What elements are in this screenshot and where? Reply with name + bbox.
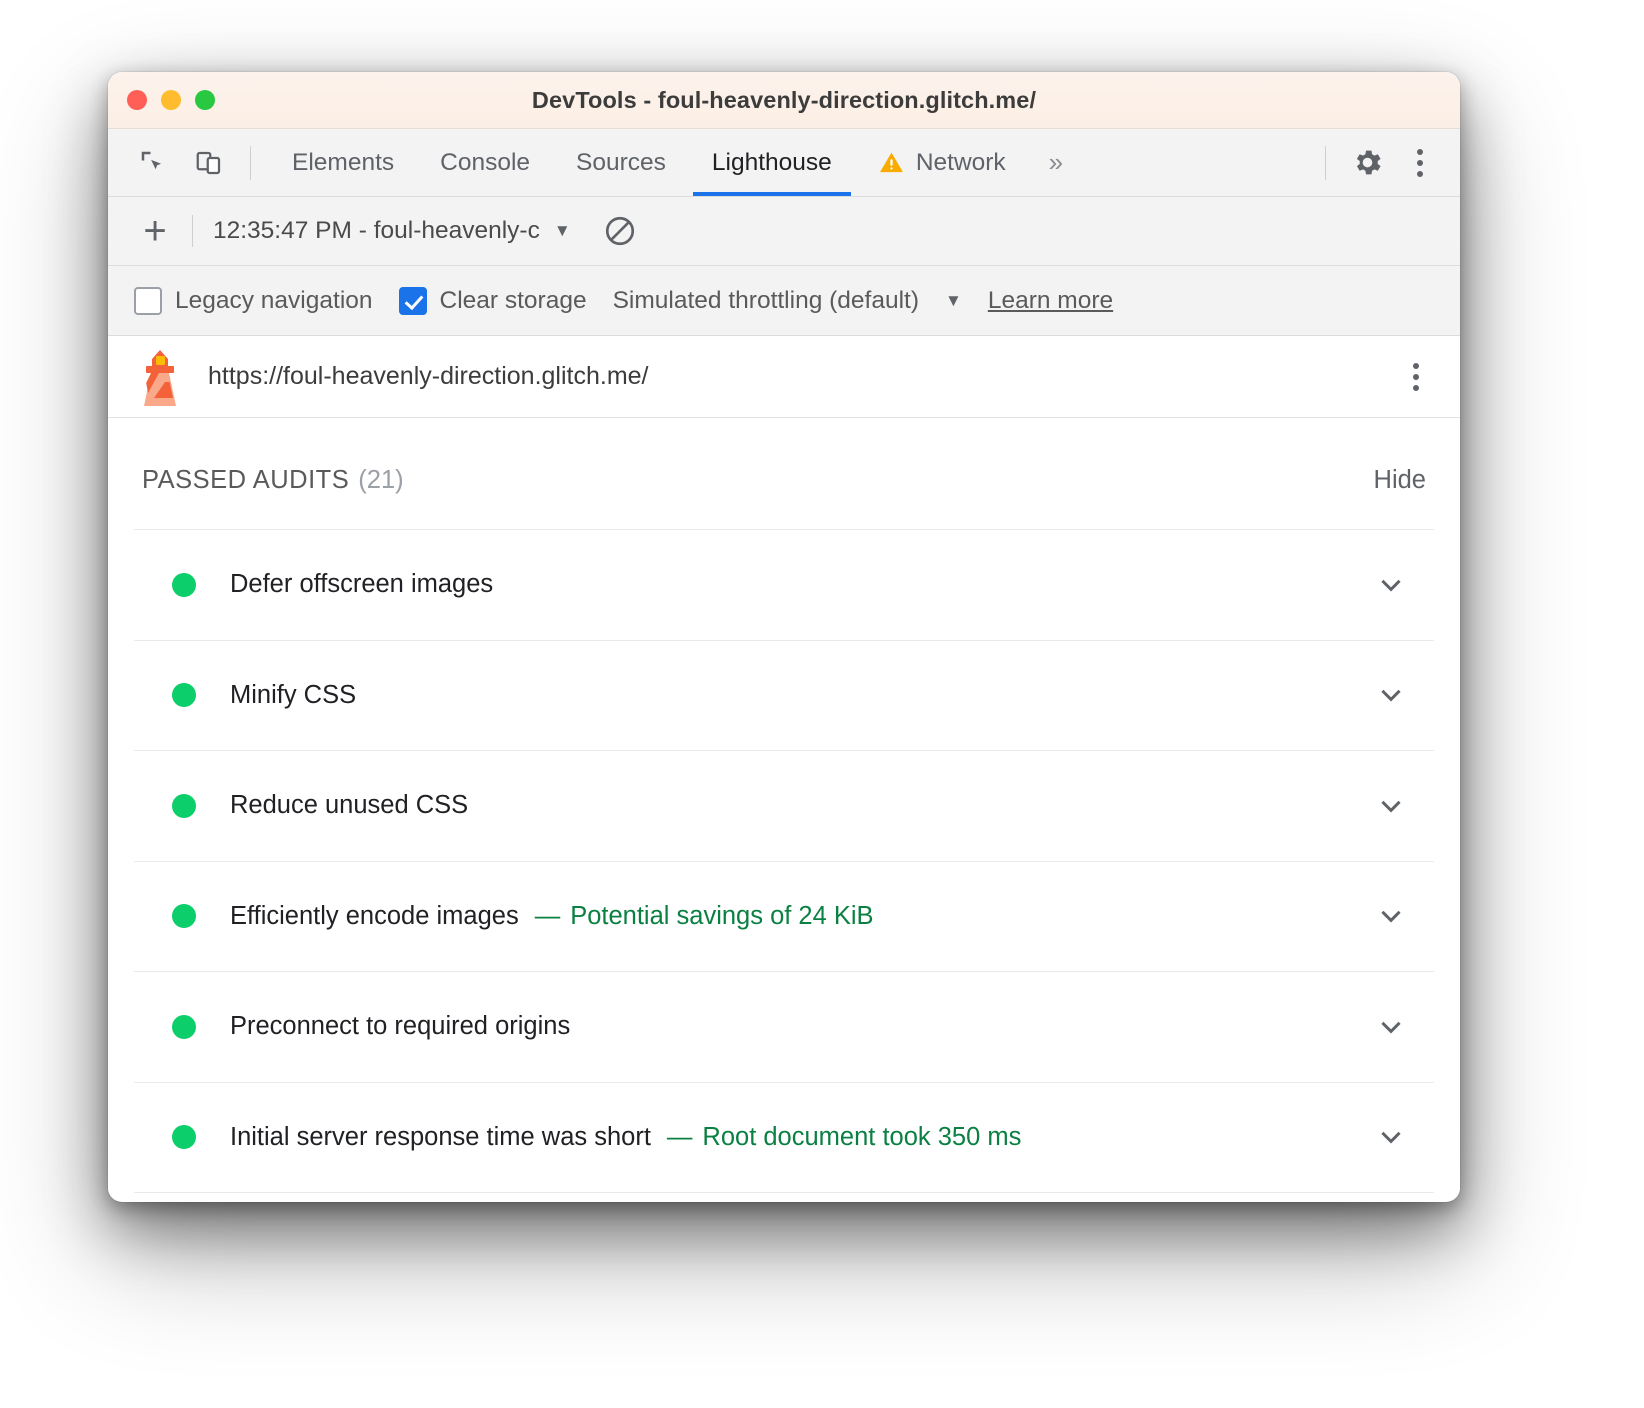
audit-title: Defer offscreen images — [230, 570, 493, 599]
lighthouse-icon — [134, 348, 186, 406]
chevron-down-icon: ▼ — [554, 221, 571, 241]
throttling-dropdown[interactable]: Simulated throttling (default) ▼ — [613, 287, 962, 315]
audit-row[interactable]: Reduce unused CSS — [134, 751, 1434, 862]
subtitle-text: Potential savings of 24 KiB — [570, 902, 873, 930]
clear-storage-label: Clear storage — [440, 287, 587, 315]
tab-label: Lighthouse — [712, 149, 832, 177]
tab-network[interactable]: Network — [855, 129, 1029, 196]
chevron-down-icon[interactable] — [1374, 789, 1408, 823]
audit-title: Initial server response time was short — [230, 1123, 651, 1152]
chevron-down-icon[interactable] — [1374, 1120, 1408, 1154]
tab-console[interactable]: Console — [417, 129, 553, 196]
chevron-down-icon[interactable] — [1374, 568, 1408, 602]
audit-subtitle: — Potential savings of 24 KiB — [535, 902, 874, 931]
throttling-label: Simulated throttling (default) — [613, 287, 919, 315]
tabbar-actions — [1307, 140, 1460, 186]
subtitle-dash: — — [667, 1123, 693, 1151]
report-menu-icon[interactable] — [1394, 355, 1438, 399]
audit-row[interactable]: Efficiently encode images — Potential sav… — [134, 862, 1434, 973]
hide-button[interactable]: Hide — [1374, 466, 1426, 495]
legacy-navigation-label: Legacy navigation — [175, 287, 373, 315]
audit-row[interactable]: Initial server response time was short —… — [134, 1083, 1434, 1194]
report-selector-dropdown[interactable]: 12:35:47 PM - foul-heavenly-c ▼ — [213, 217, 571, 245]
pass-status-icon — [172, 1125, 196, 1149]
report-url-header: https://foul-heavenly-direction.glitch.m… — [108, 336, 1460, 418]
chevron-down-icon: ▼ — [945, 291, 962, 311]
tab-lighthouse[interactable]: Lighthouse — [689, 129, 855, 196]
passed-audits-list: Defer offscreen images Minify CSS Reduce… — [134, 529, 1434, 1193]
panel-tabs: Elements Console Sources Lighthouse — [269, 129, 1083, 196]
subtitle-dash: — — [535, 902, 561, 930]
report-url: https://foul-heavenly-direction.glitch.m… — [208, 362, 649, 391]
legacy-navigation-checkbox[interactable]: Legacy navigation — [134, 287, 373, 315]
lighthouse-options-bar: Legacy navigation Clear storage Simulate… — [108, 266, 1460, 336]
tab-label: Network — [916, 149, 1006, 177]
passed-audits-count: (21) — [358, 466, 403, 495]
devtools-tabbar: Elements Console Sources Lighthouse — [108, 129, 1460, 197]
window-titlebar: DevTools - foul-heavenly-direction.glitc… — [108, 72, 1460, 129]
audit-row[interactable]: Preconnect to required origins — [134, 972, 1434, 1083]
pass-status-icon — [172, 904, 196, 928]
report-selector-label: 12:35:47 PM - foul-heavenly-c — [213, 217, 540, 245]
warning-triangle-icon — [878, 149, 905, 176]
audit-title: Preconnect to required origins — [230, 1012, 570, 1041]
devtools-main-menu-icon[interactable] — [1398, 141, 1442, 185]
screenshot-stage: DevTools - foul-heavenly-direction.glitc… — [0, 0, 1644, 1408]
tab-elements[interactable]: Elements — [269, 129, 417, 196]
checkbox-box — [134, 287, 162, 315]
tab-sources[interactable]: Sources — [553, 129, 689, 196]
inspect-element-icon[interactable] — [130, 140, 176, 186]
audit-title: Reduce unused CSS — [230, 791, 468, 820]
lighthouse-report-toolbar: + 12:35:47 PM - foul-heavenly-c ▼ — [108, 197, 1460, 266]
clear-all-icon[interactable] — [599, 210, 641, 252]
toolbar-divider — [250, 146, 251, 180]
checkbox-box-checked — [399, 287, 427, 315]
tab-label: Console — [440, 149, 530, 177]
audit-row[interactable]: Minify CSS — [134, 641, 1434, 752]
audit-title: Efficiently encode images — [230, 902, 519, 931]
window-title: DevTools - foul-heavenly-direction.glitc… — [108, 87, 1460, 114]
toolbar-divider — [1325, 146, 1326, 180]
clear-storage-checkbox[interactable]: Clear storage — [399, 287, 587, 315]
passed-audits-title: PASSED AUDITS — [142, 466, 349, 495]
tab-label: Elements — [292, 149, 394, 177]
pass-status-icon — [172, 794, 196, 818]
tab-label: Sources — [576, 149, 666, 177]
learn-more-link[interactable]: Learn more — [988, 287, 1113, 315]
chevron-down-icon[interactable] — [1374, 899, 1408, 933]
passed-audits-section: PASSED AUDITS (21) Hide Defer offscreen … — [108, 418, 1460, 1193]
devtools-window: DevTools - foul-heavenly-direction.glitc… — [108, 72, 1460, 1202]
pass-status-icon — [172, 1015, 196, 1039]
new-report-button[interactable]: + — [130, 208, 180, 254]
passed-audits-header: PASSED AUDITS (21) Hide — [134, 418, 1434, 529]
audit-title: Minify CSS — [230, 681, 356, 710]
chevron-down-icon[interactable] — [1374, 1010, 1408, 1044]
pass-status-icon — [172, 573, 196, 597]
subtitle-text: Root document took 350 ms — [702, 1123, 1021, 1151]
toolbar-divider — [192, 215, 193, 247]
audit-subtitle: — Root document took 350 ms — [667, 1123, 1021, 1152]
pass-status-icon — [172, 683, 196, 707]
audit-row[interactable]: Defer offscreen images — [134, 530, 1434, 641]
device-toolbar-icon[interactable] — [186, 140, 232, 186]
more-tabs-button[interactable]: » — [1029, 147, 1083, 178]
chevron-down-icon[interactable] — [1374, 678, 1408, 712]
gear-icon[interactable] — [1344, 140, 1390, 186]
